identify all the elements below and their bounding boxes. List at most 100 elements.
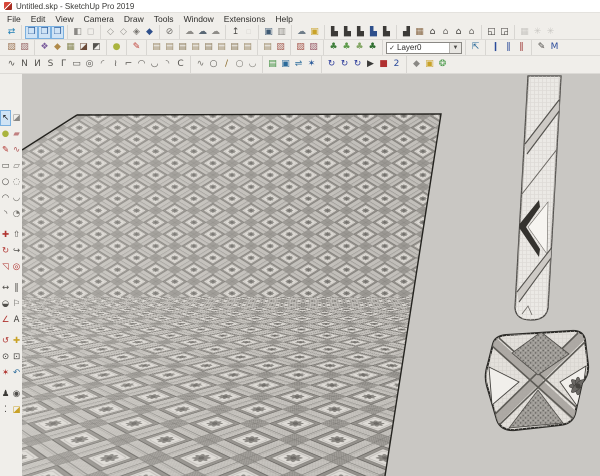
style-hidden-line-icon[interactable]: ◈ (130, 26, 143, 39)
asset-purple-icon[interactable]: ❖ (38, 41, 51, 54)
rectangle-icon[interactable]: ▭ (0, 158, 11, 174)
shrub-icon[interactable]: ♣ (353, 41, 366, 54)
no-entry-icon[interactable]: ⊘ (163, 26, 176, 39)
two-point-arc-icon[interactable]: ◡ (11, 190, 22, 206)
pencil-tool-icon[interactable]: ✎ (535, 41, 548, 54)
combo-dropdown-arrow-icon[interactable]: ▼ (449, 42, 461, 53)
tree-1-icon[interactable]: ♣ (327, 41, 340, 54)
menu-item-help[interactable]: Help (270, 13, 297, 25)
polygon-icon[interactable]: ◌ (11, 174, 22, 190)
sphere-green-icon[interactable]: ❂ (436, 58, 449, 71)
tape-measure-icon[interactable]: ↔ (0, 280, 11, 296)
zoom-icon[interactable]: ⊙ (0, 349, 11, 365)
three-point-arc-icon[interactable]: ◝ (0, 206, 11, 222)
material-4-icon[interactable]: ▤ (189, 41, 202, 54)
make-component-icon[interactable]: ◪ (11, 110, 22, 126)
pie-icon[interactable]: ◔ (11, 206, 22, 222)
menu-item-extensions[interactable]: Extensions (219, 13, 271, 25)
arc-small-icon[interactable]: ◡ (246, 58, 259, 71)
eraser-icon[interactable]: ▰ (11, 126, 22, 142)
upload-model-icon[interactable]: ↥ (229, 26, 242, 39)
menu-item-draw[interactable]: Draw (119, 13, 149, 25)
asset-dark-icon[interactable]: ◩ (90, 41, 103, 54)
position-camera-icon[interactable]: ♟ (0, 386, 11, 402)
cube-white-icon[interactable]: ◻ (84, 26, 97, 39)
tree-3-icon[interactable]: ♣ (366, 41, 379, 54)
material-7-icon[interactable]: ▤ (228, 41, 241, 54)
material-6-icon[interactable]: ▤ (215, 41, 228, 54)
rotate-icon[interactable]: ↻ (0, 243, 11, 259)
material-1-icon[interactable]: ▤ (150, 41, 163, 54)
c-curve-icon[interactable]: C (174, 58, 187, 71)
circle-target-icon[interactable]: ◎ (83, 58, 96, 71)
red-pencil-icon[interactable]: ✎ (130, 41, 143, 54)
material-3-icon[interactable]: ▤ (176, 41, 189, 54)
hand-truck-icon[interactable]: ▟ (400, 26, 413, 39)
component-link-1-icon[interactable]: ◱ (485, 26, 498, 39)
rotated-rectangle-icon[interactable]: ▱ (11, 158, 22, 174)
letters-blue-icon[interactable]: M (548, 41, 561, 54)
arc-upper-right-icon[interactable]: ◝ (161, 58, 174, 71)
move-icon[interactable]: ✚ (0, 227, 11, 243)
text-icon[interactable]: ⚐ (11, 296, 22, 312)
menu-item-window[interactable]: Window (179, 13, 219, 25)
three-d-text-icon[interactable]: A (11, 312, 22, 328)
arc-upper-left-icon[interactable]: ◜ (96, 58, 109, 71)
node-curve-icon[interactable]: ∿ (194, 58, 207, 71)
viewport-3d[interactable] (22, 74, 600, 476)
material-9-icon[interactable]: ▤ (261, 41, 274, 54)
menu-item-view[interactable]: View (50, 13, 78, 25)
crate-icon[interactable]: ▦ (413, 26, 426, 39)
cloud-dark-icon[interactable]: ☁ (196, 26, 209, 39)
style-xray-icon[interactable]: ◇ (104, 26, 117, 39)
circle-outline-icon[interactable]: ○ (207, 58, 220, 71)
freehand-zigzag-icon[interactable]: ∿ (5, 58, 18, 71)
bezier-reverse-icon[interactable]: И (31, 58, 44, 71)
gear-disabled-2-icon[interactable]: ✳ (544, 26, 557, 39)
corner-line-icon[interactable]: ⌐ (122, 58, 135, 71)
line-icon[interactable]: ✎ (0, 142, 11, 158)
material-2-icon[interactable]: ▤ (163, 41, 176, 54)
texture-red-1-icon[interactable]: ▨ (294, 41, 307, 54)
walk-icon[interactable]: ⁚ (0, 402, 11, 418)
component-view-3-icon[interactable]: ❒ (51, 25, 64, 39)
shed-icon[interactable]: ⌂ (439, 26, 452, 39)
style-shaded-textures-icon[interactable]: ◆ (143, 26, 156, 39)
dim-double-icon[interactable]: ‖ (502, 41, 515, 54)
menu-item-camera[interactable]: Camera (79, 13, 119, 25)
wave-curve-icon[interactable]: ≀ (109, 58, 122, 71)
barn-icon[interactable]: ⌂ (465, 26, 478, 39)
rect-curve-icon[interactable]: ▭ (70, 58, 83, 71)
material-5-icon[interactable]: ▤ (202, 41, 215, 54)
truck-4-icon[interactable]: ▙ (367, 26, 380, 39)
sliders-icon[interactable]: ⇌ (292, 58, 305, 71)
protractor-icon[interactable]: ◒ (0, 296, 11, 312)
axes-icon[interactable]: ∠ (0, 312, 11, 328)
follow-me-icon[interactable]: ↪ (11, 243, 22, 259)
truck-2-icon[interactable]: ▙ (341, 26, 354, 39)
menu-item-edit[interactable]: Edit (26, 13, 51, 25)
component-view-2-icon[interactable]: ❒ (38, 25, 51, 39)
dim-double-red-icon[interactable]: ‖ (515, 41, 528, 54)
lock-icon[interactable]: ▣ (308, 26, 321, 39)
dim-single-icon[interactable]: ❙ (489, 41, 502, 54)
cloud-upload-icon[interactable]: ☁ (183, 26, 196, 39)
style-wireframe-icon[interactable]: ◇ (117, 26, 130, 39)
leaf-balloon-icon[interactable]: ● (110, 41, 123, 54)
asset-gold-icon[interactable]: ◆ (51, 41, 64, 54)
offset-icon[interactable]: ◎ (11, 259, 22, 275)
wrench-icon[interactable]: / (220, 58, 233, 71)
arc-icon[interactable]: ◠ (0, 190, 11, 206)
asset-brown-icon[interactable]: ◪ (77, 41, 90, 54)
layers-combobox[interactable]: ✓ Layer0 ▼ (386, 41, 462, 54)
spiral-2-icon[interactable]: ↻ (338, 58, 351, 71)
exchange-arrows-icon[interactable]: ⇄ (5, 26, 18, 39)
paint-bucket-icon[interactable]: ● (0, 126, 11, 142)
loop-tool-icon[interactable]: ○ (233, 58, 246, 71)
circle-icon[interactable]: ○ (0, 174, 11, 190)
material-red-icon[interactable]: ▧ (274, 41, 287, 54)
zoom-extents-icon[interactable]: ✶ (0, 365, 11, 381)
truck-3-icon[interactable]: ▙ (354, 26, 367, 39)
scale-icon[interactable]: ◹ (0, 259, 11, 275)
shield-icon[interactable]: ◆ (410, 58, 423, 71)
